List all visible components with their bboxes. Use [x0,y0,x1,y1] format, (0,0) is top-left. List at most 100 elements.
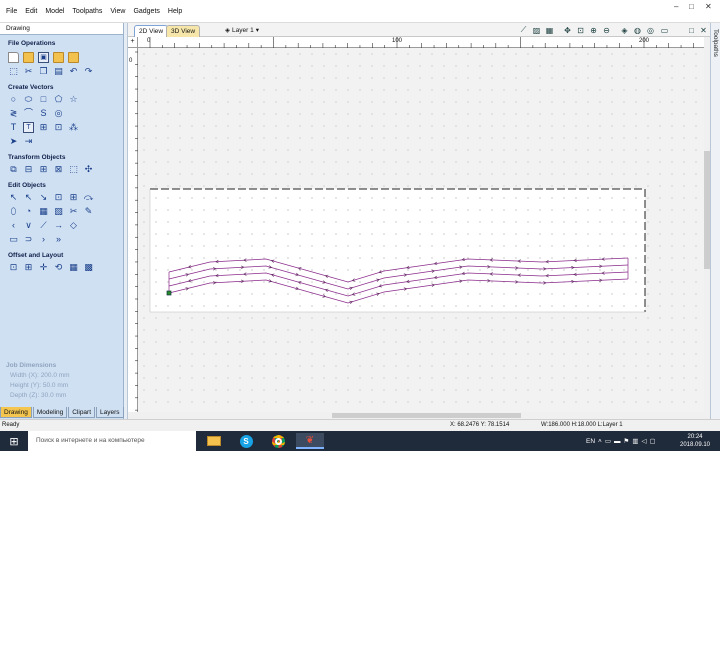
snap-icon[interactable]: ◈ [619,25,630,35]
undo-icon[interactable]: ↶ [68,66,79,77]
volume-icon[interactable]: ◁ [641,437,646,445]
align-icon[interactable]: ⊟ [23,164,34,175]
transform-icon[interactable]: ↘ [38,192,49,203]
maximize-button[interactable]: □ [689,0,694,12]
zoom-out-icon[interactable]: ⊖ [601,25,612,35]
extend-icon[interactable]: ▧ [53,206,64,217]
tab-layers[interactable]: Layers [96,407,124,418]
vcarve-app-icon[interactable]: ❦ [296,433,324,449]
circle-icon[interactable]: ○ [8,94,19,105]
toolpaths-tab[interactable]: Toolpaths [712,29,719,57]
image-icon[interactable]: ▨ [531,25,542,35]
save-icon[interactable]: ▣ [38,52,49,63]
text-on-curve-icon[interactable]: T [23,122,34,133]
view-options-icon[interactable]: ◎ [645,25,656,35]
chevron-right-icon[interactable]: › [38,234,49,245]
menu-toolpaths[interactable]: Toolpaths [72,8,102,15]
trace-icon[interactable]: ⊡ [53,122,64,133]
zoom-box-icon[interactable]: ⊡ [575,25,586,35]
vertical-scroll-thumb[interactable] [704,151,710,269]
measure-icon[interactable]: ◍ [632,25,643,35]
tab-drawing[interactable]: Drawing [0,407,32,418]
select-icon[interactable]: ↖ [8,192,19,203]
trim-icon[interactable]: ▦ [38,206,49,217]
folder-icon[interactable] [53,52,64,63]
ellipse-icon[interactable]: ⬭ [23,94,34,105]
paste-icon[interactable]: ▤ [53,66,64,77]
array-icon[interactable]: ⊞ [23,262,34,273]
dimension-icon[interactable]: ⊞ [38,122,49,133]
select-all-icon[interactable]: ⬚ [8,66,19,77]
bracket-icon[interactable]: ⊃ [23,234,34,245]
connector-icon[interactable]: ⇥ [23,136,34,147]
rectangle-icon[interactable]: □ [38,94,49,105]
arrow-right-icon[interactable]: → [53,220,64,231]
open-folder-icon[interactable] [23,52,34,63]
ruler-corner[interactable]: + [128,37,138,48]
line-icon[interactable]: ⟋ [38,220,49,231]
scale-icon[interactable]: ⊠ [53,164,64,175]
weld-icon[interactable]: ⤼ [83,192,94,203]
cut-icon[interactable]: ✂ [23,66,34,77]
folder-tray-icon[interactable]: ▬ [614,438,621,445]
spiral-icon[interactable]: S [38,108,49,119]
rotate-icon[interactable]: ✣ [83,164,94,175]
chrome-icon[interactable] [264,433,292,449]
vertical-scrollbar[interactable] [704,37,710,412]
rounded-rect-icon[interactable]: ▭ [8,234,19,245]
smooth-icon[interactable]: ✎ [83,206,94,217]
minimize-button[interactable]: – [674,0,678,12]
circular-array-icon[interactable]: ⟲ [53,262,64,273]
layer-selector[interactable]: ◈ Layer 1 ▾ [225,26,259,35]
star-icon[interactable]: ☆ [68,94,79,105]
mirror-icon[interactable]: ⊞ [38,164,49,175]
toolpaths-dock[interactable]: Toolpaths [710,23,720,419]
menu-view[interactable]: View [110,8,125,15]
text-icon[interactable]: T [8,122,19,133]
layout-icon[interactable]: ▭ [659,25,670,35]
grid-icon[interactable]: ▦ [544,25,555,35]
polyline-icon[interactable]: ≷ [8,108,19,119]
canvas-drawing[interactable] [138,48,704,412]
language-indicator[interactable]: EN [586,438,595,445]
close-view-icon[interactable]: ✕ [698,25,709,35]
tab-3d-view[interactable]: 3D View [166,25,201,37]
chevron-left-icon[interactable]: ‹ [8,220,19,231]
subtract-icon[interactable]: ⬯ [8,206,19,217]
menu-gadgets[interactable]: Gadgets [133,8,159,15]
menu-help[interactable]: Help [168,8,182,15]
chevron-down-icon[interactable]: ∨ [23,220,34,231]
taskbar-clock[interactable]: 20:24 2018.09.10 [676,433,714,449]
new-file-icon[interactable] [8,52,19,63]
move-icon[interactable]: ⧉ [8,164,19,175]
file-explorer-icon[interactable] [200,433,228,449]
join-icon[interactable]: ✂ [68,206,79,217]
double-chevron-icon[interactable]: » [53,234,64,245]
menu-model[interactable]: Model [45,8,64,15]
maximize-view-icon[interactable]: □ [686,25,697,35]
network-icon[interactable]: ▥ [632,437,638,445]
notification-icon[interactable]: ▢ [649,437,655,445]
menu-edit[interactable]: Edit [25,8,37,15]
nesting-icon[interactable]: ▩ [83,262,94,273]
redo-icon[interactable]: ↷ [83,66,94,77]
drawing-canvas[interactable] [138,48,704,412]
offset-layout-icon[interactable]: ⊡ [8,262,19,273]
copy-icon[interactable]: ❐ [38,66,49,77]
message-icon[interactable]: ▭ [605,437,611,445]
diamond-icon[interactable]: ◇ [68,220,79,231]
node-edit-icon[interactable]: ↖ [23,192,34,203]
distort-icon[interactable]: ⬚ [68,164,79,175]
import-icon[interactable] [68,52,79,63]
close-button[interactable]: ✕ [705,0,712,12]
fillet-icon[interactable]: ◎ [53,108,64,119]
pan-icon[interactable]: ✥ [562,25,573,35]
tab-clipart[interactable]: Clipart [68,407,96,418]
horizontal-scrollbar[interactable] [138,412,710,419]
polygon-icon[interactable]: ⬠ [53,94,64,105]
tab-modeling[interactable]: Modeling [32,407,68,418]
group-icon[interactable]: ⊡ [53,192,64,203]
taskbar-search[interactable]: Поиск в интернете и на компьютере [28,431,196,451]
intersect-icon[interactable]: ◔ [23,206,34,217]
tile-icon[interactable]: ▦ [68,262,79,273]
